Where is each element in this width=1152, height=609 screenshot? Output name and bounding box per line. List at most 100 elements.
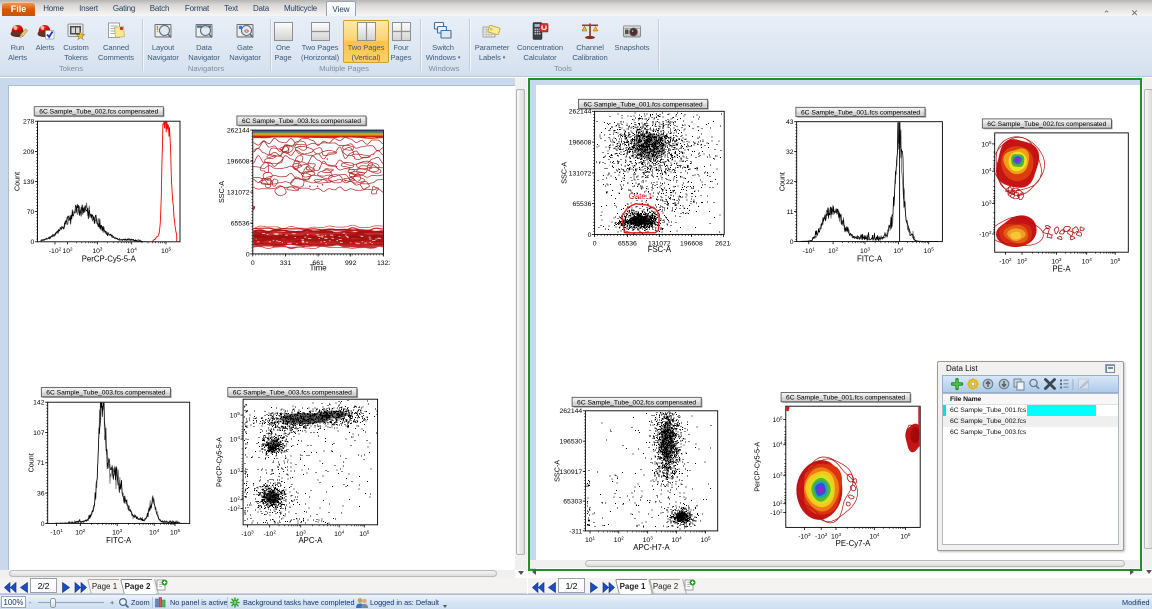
svg-text:APC-H7-A: APC-H7-A [633,543,670,552]
svg-text:PE-A: PE-A [1052,264,1071,273]
svg-text:0: 0 [31,239,35,246]
svg-text:102: 102 [1017,257,1028,265]
svg-text:196608: 196608 [227,159,250,166]
svg-text:PerCP-Cy5-5-A: PerCP-Cy5-5-A [753,442,762,492]
svg-text:278: 278 [23,119,35,126]
svg-text:262144: 262144 [227,128,250,135]
svg-text:104: 104 [230,435,241,443]
svg-text:-311: -311 [569,528,582,535]
svg-text:992: 992 [345,260,357,267]
svg-text:PerCP-Cy5-5-A: PerCP-Cy5-5-A [215,437,224,487]
svg-text:36: 36 [37,491,45,498]
svg-text:196530: 196530 [560,439,583,446]
svg-text:102: 102 [614,536,625,544]
svg-text:Time: Time [310,264,327,273]
svg-text:101: 101 [585,536,596,544]
svg-text:11: 11 [786,209,793,216]
svg-text:331: 331 [280,260,292,267]
svg-text:105: 105 [170,528,181,536]
svg-text:0: 0 [41,521,45,528]
svg-text:71: 71 [37,460,45,467]
svg-text:103: 103 [772,472,783,480]
svg-text:6C Sample_Tube_003.fcs compens: 6C Sample_Tube_003.fcs compensated [233,390,352,397]
svg-text:104: 104 [981,167,992,175]
svg-text:105: 105 [230,411,241,419]
svg-text:SSC-A: SSC-A [553,460,562,482]
svg-text:105: 105 [981,140,992,148]
svg-text:262144: 262144 [715,241,738,248]
svg-text:104: 104 [672,536,683,544]
svg-text:105: 105 [772,416,783,424]
svg-text:PerCP-Cy5-5-A: PerCP-Cy5-5-A [82,255,137,264]
svg-text:131072: 131072 [569,170,592,177]
svg-text:Count: Count [13,172,22,191]
svg-text:103: 103 [230,468,241,476]
svg-text:FITC-A: FITC-A [106,536,132,545]
svg-text:104: 104 [893,246,904,254]
svg-text:-102: -102 [815,532,828,540]
svg-text:6C Sample_Tube_002.fcs compens: 6C Sample_Tube_002.fcs compensated [987,121,1106,128]
svg-text:105: 105 [359,530,370,538]
svg-text:Count: Count [27,453,36,472]
svg-text:102: 102 [75,528,86,536]
svg-text:209: 209 [23,149,35,156]
svg-text:6C Sample_Tube_001.fcs compens: 6C Sample_Tube_001.fcs compensated [583,101,702,108]
svg-text:-102: -102 [228,505,241,513]
svg-text:104: 104 [772,441,783,449]
svg-text:102: 102 [828,246,839,254]
svg-text:Gate 1: Gate 1 [629,192,652,201]
svg-text:103: 103 [981,200,992,208]
svg-text:105: 105 [1110,257,1121,265]
svg-text:-102: -102 [49,247,62,255]
svg-text:APC-A: APC-A [298,536,323,545]
svg-text:104: 104 [334,530,345,538]
svg-text:196608: 196608 [680,241,703,248]
svg-text:0: 0 [246,251,250,258]
svg-text:104: 104 [1082,257,1093,265]
svg-text:262144: 262144 [569,109,592,116]
svg-text:0: 0 [251,260,255,267]
svg-text:22: 22 [786,179,794,186]
svg-text:105: 105 [161,247,172,255]
svg-text:PE-Cy7-A: PE-Cy7-A [836,539,871,548]
svg-text:107: 107 [33,430,45,437]
svg-text:102: 102 [772,500,783,508]
svg-text:-102: -102 [264,530,277,538]
svg-text:-101: -101 [803,246,816,254]
svg-text:104: 104 [869,532,880,540]
svg-text:6C Sample_Tube_002.fcs compens: 6C Sample_Tube_002.fcs compensated [39,109,158,116]
svg-text:105: 105 [700,536,711,544]
svg-text:-103: -103 [241,530,254,538]
svg-text:65536: 65536 [231,221,250,228]
svg-text:-102: -102 [770,509,783,517]
svg-text:SSC-A: SSC-A [560,162,569,184]
svg-text:FITC-A: FITC-A [857,254,883,263]
svg-text:1322: 1322 [377,260,392,267]
svg-text:FSC-A: FSC-A [648,245,672,254]
svg-text:65303: 65303 [563,499,582,506]
svg-text:0: 0 [790,239,794,246]
svg-text:65536: 65536 [572,201,591,208]
svg-text:6C Sample_Tube_003.fcs compens: 6C Sample_Tube_003.fcs compensated [242,118,361,125]
svg-text:139: 139 [23,179,35,186]
svg-text:-101: -101 [50,528,63,536]
svg-text:6C Sample_Tube_001.fcs compens: 6C Sample_Tube_001.fcs compensated [786,395,905,402]
svg-text:196608: 196608 [569,140,592,147]
svg-text:105: 105 [900,532,911,540]
svg-text:131072: 131072 [227,190,250,197]
svg-text:6C Sample_Tube_003.fcs compens: 6C Sample_Tube_003.fcs compensated [46,390,165,397]
svg-text:104: 104 [149,528,160,536]
svg-text:32: 32 [786,149,794,156]
svg-text:130917: 130917 [560,469,583,476]
svg-text:0: 0 [588,232,592,239]
svg-text:6C Sample_Tube_002.fcs compens: 6C Sample_Tube_002.fcs compensated [577,399,696,406]
svg-text:0: 0 [593,241,597,248]
svg-text:Count: Count [778,172,787,191]
svg-text:102: 102 [230,496,241,504]
svg-text:-102: -102 [999,257,1012,265]
svg-text:102: 102 [62,247,73,255]
svg-text:-103: -103 [798,532,811,540]
svg-text:65536: 65536 [618,241,637,248]
svg-text:70: 70 [27,209,35,216]
svg-text:6C Sample_Tube_001.fcs compens: 6C Sample_Tube_001.fcs compensated [801,109,920,116]
